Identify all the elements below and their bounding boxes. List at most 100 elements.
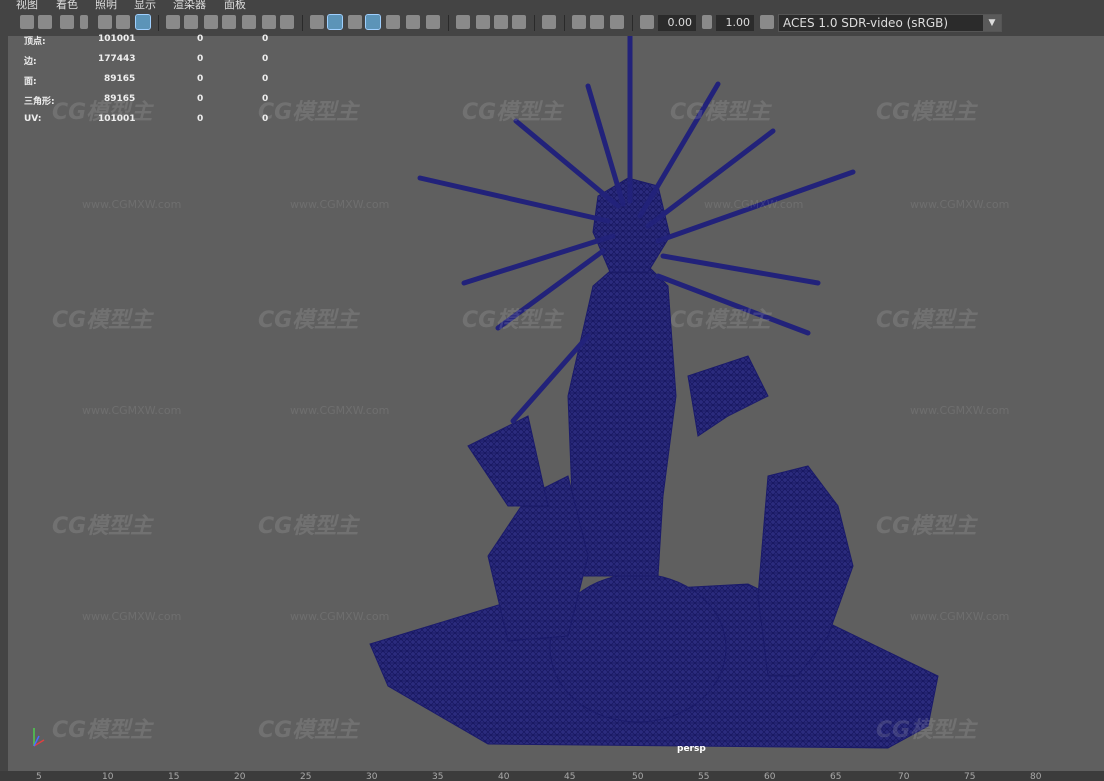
hud-value: 0 (197, 54, 204, 64)
timeline-tick: 30 (366, 772, 378, 781)
toolbar-separator (448, 15, 449, 31)
menu-panels[interactable]: 面板 (224, 0, 246, 10)
timeline-tick: 5 (36, 772, 42, 781)
exposure-field[interactable]: 0.00 (658, 15, 696, 31)
hud-value: 0 (262, 54, 269, 64)
xray-icon[interactable] (572, 15, 586, 29)
menu-view[interactable]: 视图 (16, 0, 38, 10)
xray-joints-icon[interactable] (590, 15, 604, 29)
toolbar-separator (534, 15, 535, 31)
watermark-url: www.CGMXW.com (290, 610, 390, 623)
viewport-toolbar: 0.00 1.00 ACES 1.0 SDR-video (sRGB) ▼ (0, 10, 1104, 37)
menu-show[interactable]: 显示 (134, 0, 156, 10)
timeline-tick: 20 (234, 772, 246, 781)
timeline-tick: 50 (632, 772, 644, 781)
isolate-select-icon[interactable] (542, 15, 556, 29)
color-space-value: ACES 1.0 SDR-video (sRGB) (783, 16, 949, 30)
2d-pan-icon[interactable] (116, 15, 130, 29)
hud-label: 三角形: (24, 97, 55, 107)
gamma-icon[interactable] (702, 15, 712, 29)
timeline-tick: 35 (432, 772, 444, 781)
watermark-url: www.CGMXW.com (82, 198, 182, 211)
timeline-tick: 15 (168, 772, 180, 781)
hud-label: UV: (24, 114, 42, 124)
hud-label: 面: (24, 77, 37, 87)
3d-viewport[interactable]: CG模型主 CG模型主 CG模型主 CG模型主 CG模型主 CG模型主 CG模型… (8, 36, 1104, 771)
watermark: CG模型主 (462, 308, 563, 333)
hud-value: 0 (197, 74, 204, 84)
multisample-aa-icon[interactable] (494, 15, 508, 29)
left-panel-edge (0, 36, 8, 781)
toolbar-separator (158, 15, 159, 31)
smooth-shade-icon[interactable] (327, 14, 343, 30)
default-material-icon[interactable] (348, 15, 362, 29)
bookmark-icon[interactable] (80, 15, 88, 29)
watermark-url: www.CGMXW.com (290, 404, 390, 417)
hud-value: 0 (197, 94, 204, 104)
depth-of-field-icon[interactable] (512, 15, 526, 29)
timeline-tick: 40 (498, 772, 510, 781)
hud-label: 顶点: (24, 37, 46, 47)
field-chart-icon[interactable] (242, 15, 256, 29)
watermark: CG模型主 (258, 308, 359, 333)
screen-space-ao-icon[interactable] (456, 15, 470, 29)
watermark-url: www.CGMXW.com (910, 198, 1010, 211)
hud-value: 89165 (104, 74, 136, 84)
safe-title-icon[interactable] (280, 15, 294, 29)
menu-lighting[interactable]: 照明 (95, 0, 117, 10)
camera-attributes-icon[interactable] (38, 15, 52, 29)
timeline-tick: 65 (830, 772, 842, 781)
wireframe-on-shaded-icon[interactable] (365, 14, 381, 30)
menu-bar: 视图 着色 照明 显示 渲染器 面板 (0, 0, 1104, 10)
watermark: CG模型主 (52, 718, 153, 743)
timeline-tick: 10 (102, 772, 114, 781)
exposure-icon[interactable] (640, 15, 654, 29)
hud-label: 边: (24, 57, 37, 67)
time-slider[interactable]: 5 10 15 20 25 30 35 40 45 50 55 60 65 70… (0, 771, 1104, 781)
hud-value: 0 (197, 34, 204, 44)
hud-value: 0 (262, 74, 269, 84)
color-space-dropdown[interactable]: ACES 1.0 SDR-video (sRGB) ▼ (778, 14, 1002, 32)
hud-value: 89165 (104, 94, 136, 104)
watermark: CG模型主 (52, 514, 153, 539)
toolbar-separator (632, 15, 633, 31)
watermark-url: www.CGMXW.com (82, 404, 182, 417)
textured-icon[interactable] (386, 15, 400, 29)
watermark: CG模型主 (258, 514, 359, 539)
watermark: CG模型主 (258, 718, 359, 743)
chevron-down-icon[interactable]: ▼ (983, 15, 1001, 31)
hud-value: 0 (262, 34, 269, 44)
hud-value: 177443 (98, 54, 136, 64)
watermark: CG模型主 (258, 100, 359, 125)
image-plane-icon[interactable] (98, 15, 112, 29)
watermark: CG模型主 (670, 308, 771, 333)
safe-action-icon[interactable] (262, 15, 276, 29)
gamma-field[interactable]: 1.00 (716, 15, 754, 31)
shadows-icon[interactable] (426, 15, 440, 29)
gate-mask-icon[interactable] (222, 15, 236, 29)
motion-blur-icon[interactable] (476, 15, 490, 29)
toolbar-separator (302, 15, 303, 31)
menu-renderer[interactable]: 渲染器 (173, 0, 206, 10)
watermark: CG模型主 (670, 100, 771, 125)
timeline-tick: 45 (564, 772, 576, 781)
watermark-url: www.CGMXW.com (704, 198, 804, 211)
hud-value: 101001 (98, 34, 136, 44)
camera-lock-icon[interactable] (60, 15, 74, 29)
film-gate-icon[interactable] (184, 15, 198, 29)
resolution-gate-icon[interactable] (204, 15, 218, 29)
camera-name-label: persp (677, 744, 706, 754)
timeline-tick: 80 (1030, 772, 1042, 781)
watermark-url: www.CGMXW.com (910, 404, 1010, 417)
grid-icon[interactable] (166, 15, 180, 29)
menu-shading[interactable]: 着色 (56, 0, 78, 10)
wireframe-icon[interactable] (310, 15, 324, 29)
toolbar-separator (564, 15, 565, 31)
camera-icon[interactable] (20, 15, 34, 29)
grease-pencil-icon[interactable] (135, 14, 151, 30)
axis-gizmo-icon (33, 728, 45, 747)
color-management-icon[interactable] (760, 15, 774, 29)
lights-icon[interactable] (406, 15, 420, 29)
hud-value: 0 (262, 94, 269, 104)
backface-culling-icon[interactable] (610, 15, 624, 29)
